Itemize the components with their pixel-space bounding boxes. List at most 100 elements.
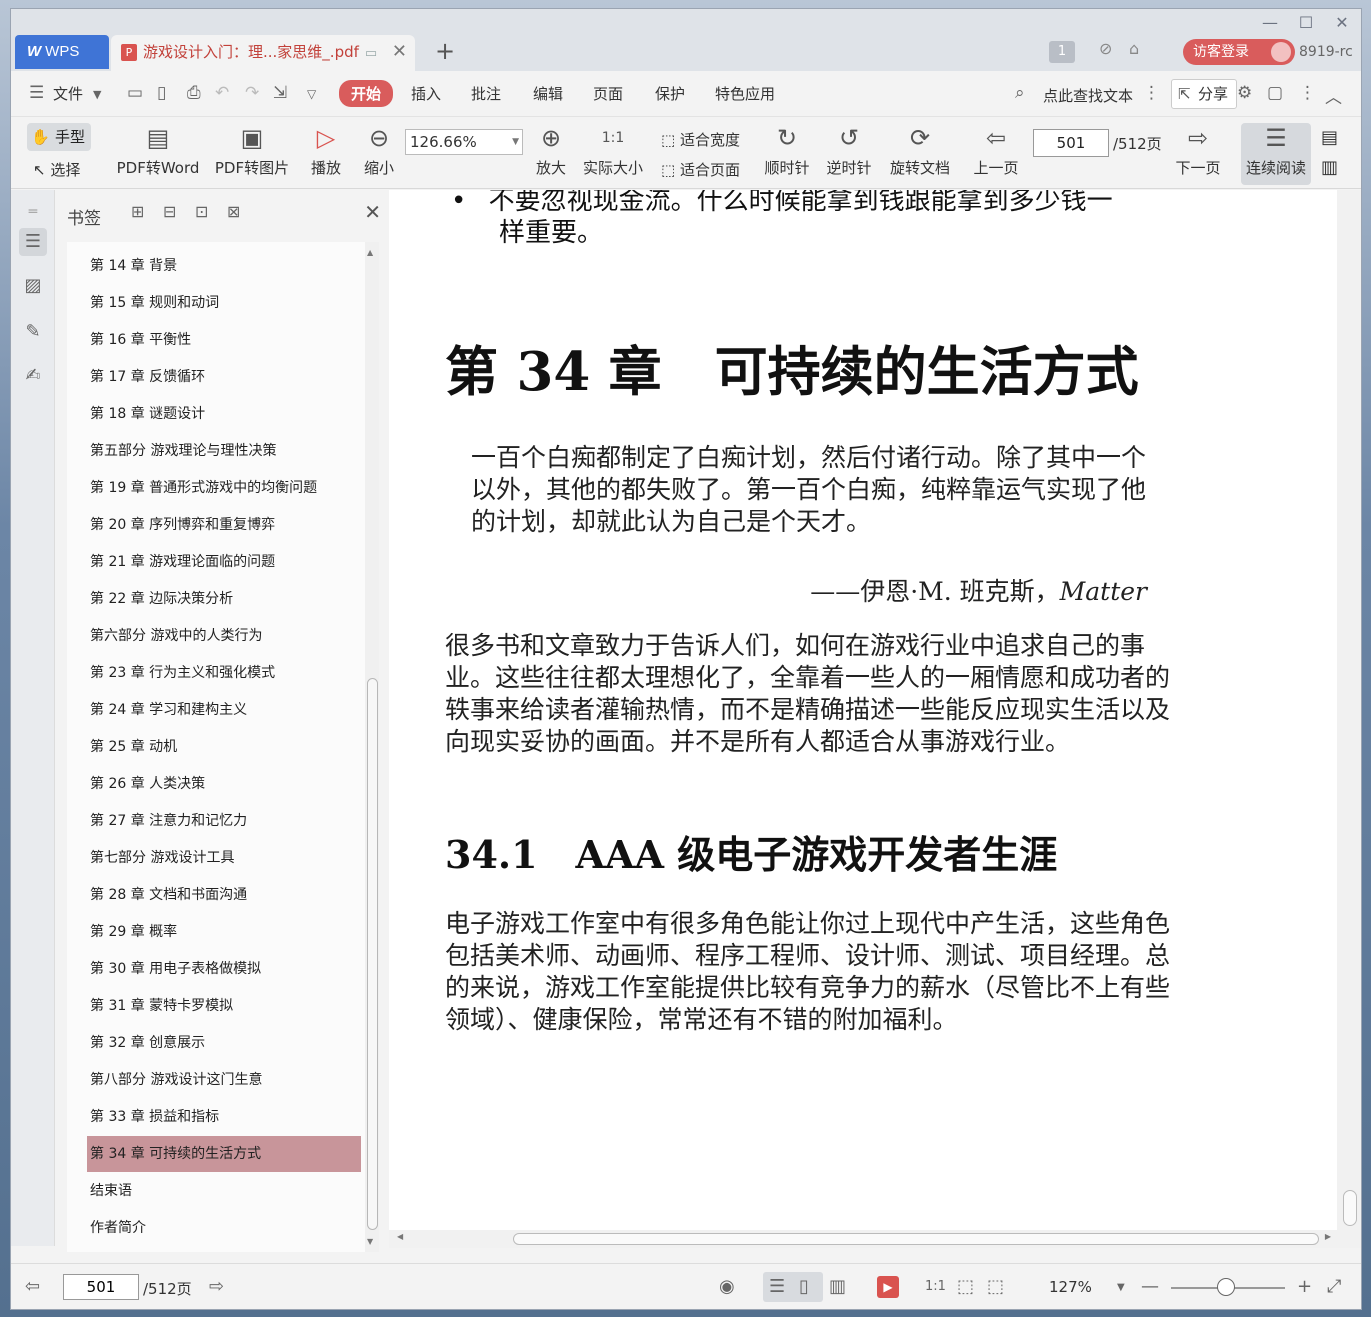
bookmark-item[interactable]: 第六部分 游戏中的人类行为 [87,618,361,654]
bookmark-list-icon[interactable]: ☰ [19,228,47,256]
next-page-icon[interactable]: ⇨ [209,1276,224,1297]
bookmark-item[interactable]: 第 15 章 规则和动词 [87,285,361,321]
rotate-document-button[interactable]: ⟳ 旋转文档 [887,123,953,178]
eye-protection-icon[interactable]: ◉ [719,1276,735,1297]
login-button[interactable]: 访客登录 [1183,39,1295,65]
dual-page-icon[interactable]: ▥ [1321,157,1338,178]
bookmark-item[interactable]: 第 21 章 游戏理论面临的问题 [87,544,361,580]
window-count-badge[interactable]: 1 [1049,41,1075,63]
maximize-icon[interactable]: ☐ [1291,13,1321,32]
select-tool-button[interactable]: ↖ 选择 [33,159,80,180]
fit-width-icon[interactable]: ⬚ [987,1276,1004,1297]
zoom-out-button[interactable]: ⊖ 缩小 [359,123,399,178]
fullscreen-icon[interactable]: ⤢ [1327,1276,1341,1297]
tab-special-apps[interactable]: 特色应用 [715,83,775,104]
rotate-counterclockwise-button[interactable]: ↺ 逆时针 [821,123,877,178]
tab-edit[interactable]: 编辑 [533,83,563,104]
annotation-icon[interactable]: ✎ [19,318,47,346]
single-page-view-icon[interactable]: ▯ [799,1276,809,1297]
zoom-plus-icon[interactable]: + [1297,1276,1312,1297]
scrollbar-thumb[interactable] [367,678,378,1230]
bookmark-item[interactable]: 第 31 章 蒙特卡罗模拟 [87,988,361,1024]
collapse-all-icon[interactable]: ⊟ [163,202,176,221]
bookmark-item[interactable]: 第 19 章 普通形式游戏中的均衡问题 [87,470,361,506]
fit-width-button[interactable]: ⬚ 适合宽度 [661,129,740,150]
zoom-dropdown-icon[interactable]: ▼ [1117,1282,1125,1293]
scroll-left-icon[interactable]: ◀ [397,1232,403,1241]
redo-icon[interactable]: ↷ [245,83,259,103]
print-icon[interactable]: ⎙ [187,83,201,103]
close-panel-icon[interactable]: ✕ [364,200,381,224]
tab-annotate[interactable]: 批注 [471,83,501,104]
bookmark-item[interactable]: 第 20 章 序列博弈和重复博弈 [87,507,361,543]
bookmark-item[interactable]: 第 14 章 背景 [87,248,361,284]
tab-insert[interactable]: 插入 [411,83,441,104]
zoom-select[interactable]: 126.66% ▼ [405,129,523,155]
bookmark-item[interactable]: 第 17 章 反馈循环 [87,359,361,395]
bookmark-item[interactable]: 第 25 章 动机 [87,729,361,765]
prev-page-button[interactable]: ⇦ 上一页 [971,123,1021,178]
scroll-down-icon[interactable]: ▼ [367,1237,373,1246]
page-number-input[interactable]: 501 [1033,129,1109,157]
scroll-up-icon[interactable]: ▲ [367,248,373,257]
status-page-input[interactable]: 501 [63,1274,139,1300]
tab-wps-home[interactable]: W WPS [15,35,109,69]
pdf-to-word-button[interactable]: ▤ PDF转Word [113,123,203,178]
fit-page-button[interactable]: ⬚ 适合页面 [661,159,740,180]
bookmark-item[interactable]: 第 30 章 用电子表格做模拟 [87,951,361,987]
open-folder-icon[interactable]: ▭ [127,83,143,103]
bookmark-item[interactable]: 第 27 章 注意力和记忆力 [87,803,361,839]
tab-document[interactable]: P 游戏设计入门：理...家思维_.pdf ▭ ✕ [111,35,415,71]
drag-handle-icon[interactable]: ═ [19,198,47,226]
actual-size-icon[interactable]: 1:1 [925,1279,946,1294]
bookmark-item[interactable]: 第 29 章 概率 [87,914,361,950]
hamburger-menu-icon[interactable]: ☰ [29,83,44,103]
search-input[interactable]: 点此查找文本 [1043,85,1133,106]
save-icon[interactable]: ▯ [157,83,166,103]
hand-tool-button[interactable]: ✋ 手型 [27,123,91,151]
dual-page-view-icon[interactable]: ▥ [829,1276,846,1297]
share-button[interactable]: ⇱ 分享 [1171,79,1237,109]
signature-icon[interactable]: ✍ [19,362,47,390]
zoom-minus-icon[interactable]: — [1141,1276,1159,1297]
tab-page[interactable]: 页面 [593,83,623,104]
tab-protect[interactable]: 保护 [655,83,685,104]
next-page-button[interactable]: ⇨ 下一页 [1173,123,1223,178]
scrollbar-thumb[interactable] [1343,1190,1357,1226]
zoom-slider-knob[interactable] [1217,1278,1235,1296]
undo-icon[interactable]: ↶ [215,83,229,103]
close-window-icon[interactable]: ✕ [1327,13,1357,32]
collapse-ribbon-icon[interactable]: ︿ [1325,83,1342,108]
sync-icon[interactable]: ⊘ [1099,39,1112,65]
more-vertical-icon[interactable]: ⋮ [1143,83,1160,103]
expand-all-icon[interactable]: ⊞ [131,202,144,221]
play-button[interactable]: ▷ 播放 [305,123,347,178]
bookmark-item[interactable]: 第 16 章 平衡性 [87,322,361,358]
tab-start[interactable]: 开始 [339,80,394,107]
zoom-in-button[interactable]: ⊕ 放大 [531,123,571,178]
zoom-level[interactable]: 127% [1049,1278,1092,1296]
bookmark-item[interactable]: 第七部分 游戏设计工具 [87,840,361,876]
bookmark-item[interactable]: 第五部分 游戏理论与理性决策 [87,433,361,469]
search-icon[interactable]: ⌕ [1015,83,1025,103]
bookmark-item[interactable]: 第 23 章 行为主义和强化模式 [87,655,361,691]
more-options-icon[interactable]: ⋮ [1299,83,1316,103]
bookmark-item[interactable]: 作者简介 [87,1210,361,1246]
prev-page-icon[interactable]: ⇦ [25,1276,40,1297]
document-view[interactable]: • 不要忽视现金流。什么时候能拿到钱跟能拿到多少钱一 样重要。 第 34 章 可… [389,190,1337,1248]
bookmark-item[interactable]: 第 33 章 损益和指标 [87,1099,361,1135]
single-page-icon[interactable]: ▤ [1321,127,1338,148]
play-icon[interactable]: ▶ [877,1276,899,1298]
continuous-view-icon[interactable]: ☰ [769,1276,785,1297]
scrollbar-thumb[interactable] [513,1233,1319,1245]
chevron-down-icon[interactable]: ▼ [93,88,101,101]
pdf-to-image-button[interactable]: ▣ PDF转图片 [211,123,293,178]
bookmark-item[interactable]: 第 24 章 学习和建构主义 [87,692,361,728]
skin-icon[interactable]: ⌂ [1129,39,1139,65]
bookmark-item[interactable]: 第 22 章 边际决策分析 [87,581,361,617]
comment-icon[interactable]: ▢ [1267,83,1283,103]
vertical-scrollbar[interactable] [1337,190,1361,1248]
actual-size-button[interactable]: 1:1 实际大小 [581,123,645,178]
settings-gear-icon[interactable]: ⚙ [1237,83,1252,103]
bookmark-item[interactable]: 第 34 章 可持续的生活方式 [87,1136,361,1172]
